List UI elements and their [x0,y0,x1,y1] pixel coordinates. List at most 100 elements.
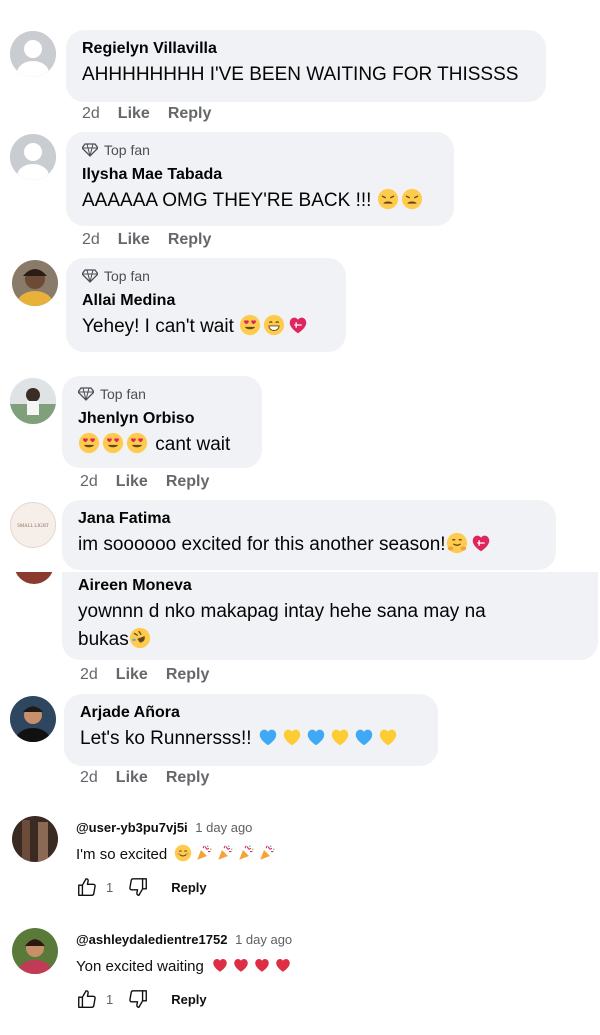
mending-heart-icon [470,532,492,554]
avatar-logo-text: SMALL LIGHT [17,524,49,529]
top-fan-badge: Top fan [78,385,246,403]
comment-text: cant wait [78,431,246,459]
rofl-icon [129,627,151,649]
reply-button[interactable]: Reply [171,880,206,895]
comment-author[interactable]: Jana Fatima [78,509,540,529]
reply-button[interactable]: Reply [171,992,206,1007]
avatar[interactable] [12,260,58,306]
heart-eyes-icon [126,432,148,454]
yellow-heart-icon [281,726,303,748]
comment-time[interactable]: 2d [82,105,100,123]
yt-comment-text: I'm so excited [76,844,276,863]
comment-bubble: Regielyn Villavilla AHHHHHHHH I'VE BEEN … [66,30,546,102]
comment-time[interactable]: 2d [82,231,100,249]
yt-comment-text: Yon excited waiting [76,956,292,975]
comment-text: AHHHHHHHH I'VE BEEN WAITING FOR THISSSS [82,64,519,85]
comment-text: Yehey! I can't wait [82,313,330,341]
comment-actions: 2d Like Reply [82,231,211,249]
like-button[interactable]: Like [116,473,148,491]
thumbs-up-icon[interactable] [76,876,98,898]
comment-time[interactable]: 2d [80,769,98,787]
party-popper-icon [237,844,255,862]
weary-face-icon [377,188,399,210]
reply-button[interactable]: Reply [168,231,212,249]
like-count: 1 [106,991,114,1007]
comment-text: AAAAAA OMG THEY'RE BACK !!! [82,187,438,215]
red-heart-icon [232,956,250,974]
party-popper-icon [216,844,234,862]
comment-text: yownnn d nko makapag intay hehe sana may… [78,601,486,622]
avatar[interactable] [10,696,56,742]
heart-eyes-icon [239,314,261,336]
grinning-face-icon [263,314,285,336]
top-fan-label: Top fan [104,142,150,158]
red-heart-icon [253,956,271,974]
yt-comment-header: @ashleydaledientre1752 1 day ago [76,932,292,947]
avatar[interactable] [12,816,58,862]
avatar[interactable] [10,378,56,424]
reply-button[interactable]: Reply [166,666,210,684]
comment-bubble: Top fan Jhenlyn Orbiso cant wait [62,376,262,468]
top-fan-label: Top fan [104,268,150,284]
diamond-icon [78,387,94,401]
avatar[interactable] [10,134,56,180]
comment-time[interactable]: 2d [80,666,98,684]
comment-actions: 2d Like Reply [80,769,209,787]
like-button[interactable]: Like [118,105,150,123]
comment-text-continued: bukas [78,626,582,654]
yellow-heart-icon [329,726,351,748]
like-button[interactable]: Like [116,666,148,684]
party-popper-icon [195,844,213,862]
yt-comment-header: @user-yb3pu7vj5i 1 day ago [76,820,252,835]
top-fan-badge: Top fan [82,267,330,285]
avatar[interactable] [12,928,58,974]
comment-actions: 2d Like Reply [82,105,211,123]
reply-button[interactable]: Reply [166,769,210,787]
comment-actions: 2d Like Reply [80,666,209,684]
yt-username[interactable]: @ashleydaledientre1752 [76,932,227,947]
comment-bubble: Top fan Allai Medina Yehey! I can't wait [66,258,346,352]
avatar[interactable] [14,572,54,584]
comment-author[interactable]: Allai Medina [82,291,330,311]
comment-bubble: Arjade Añora Let's ko Runnersss!! [64,694,438,766]
reply-button[interactable]: Reply [168,105,212,123]
smiling-face-icon [174,844,192,862]
top-fan-badge: Top fan [82,141,438,159]
comment-bubble: Jana Fatima im soooooo excited for this … [62,500,556,570]
comment-bubble: Top fan Ilysha Mae Tabada AAAAAA OMG THE… [66,132,454,226]
reply-button[interactable]: Reply [166,473,210,491]
blue-heart-icon [305,726,327,748]
comment-author[interactable]: Aireen Moneva [78,576,582,596]
comment-author[interactable]: Jhenlyn Orbiso [78,409,246,429]
thumbs-down-icon[interactable] [127,988,149,1010]
diamond-icon [82,269,98,283]
comment-author[interactable]: Arjade Añora [80,703,422,723]
yt-username[interactable]: @user-yb3pu7vj5i [76,820,188,835]
comment-author[interactable]: Ilysha Mae Tabada [82,165,438,185]
heart-eyes-icon [102,432,124,454]
comment-text: Let's ko Runnersss!! [80,725,422,753]
comment-bubble: Aireen Moneva yownnn d nko makapag intay… [62,572,598,660]
like-button[interactable]: Like [116,769,148,787]
yellow-heart-icon [377,726,399,748]
like-button[interactable]: Like [118,231,150,249]
yt-timestamp[interactable]: 1 day ago [195,820,252,835]
red-heart-icon [274,956,292,974]
heart-eyes-icon [78,432,100,454]
comment-time[interactable]: 2d [80,473,98,491]
mending-heart-icon [287,314,309,336]
thumbs-down-icon[interactable] [127,876,149,898]
yt-comment-actions: 1 Reply [76,876,207,898]
yt-comment-actions: 1 Reply [76,988,207,1010]
avatar[interactable]: SMALL LIGHT [10,502,56,548]
comment-author[interactable]: Regielyn Villavilla [82,39,530,59]
like-count: 1 [106,879,114,895]
thumbs-up-icon[interactable] [76,988,98,1010]
diamond-icon [82,143,98,157]
blue-heart-icon [257,726,279,748]
avatar[interactable] [10,31,56,77]
weary-face-icon [401,188,423,210]
yt-timestamp[interactable]: 1 day ago [235,932,292,947]
comment-text: im soooooo excited for this another seas… [78,531,540,559]
red-heart-icon [211,956,229,974]
